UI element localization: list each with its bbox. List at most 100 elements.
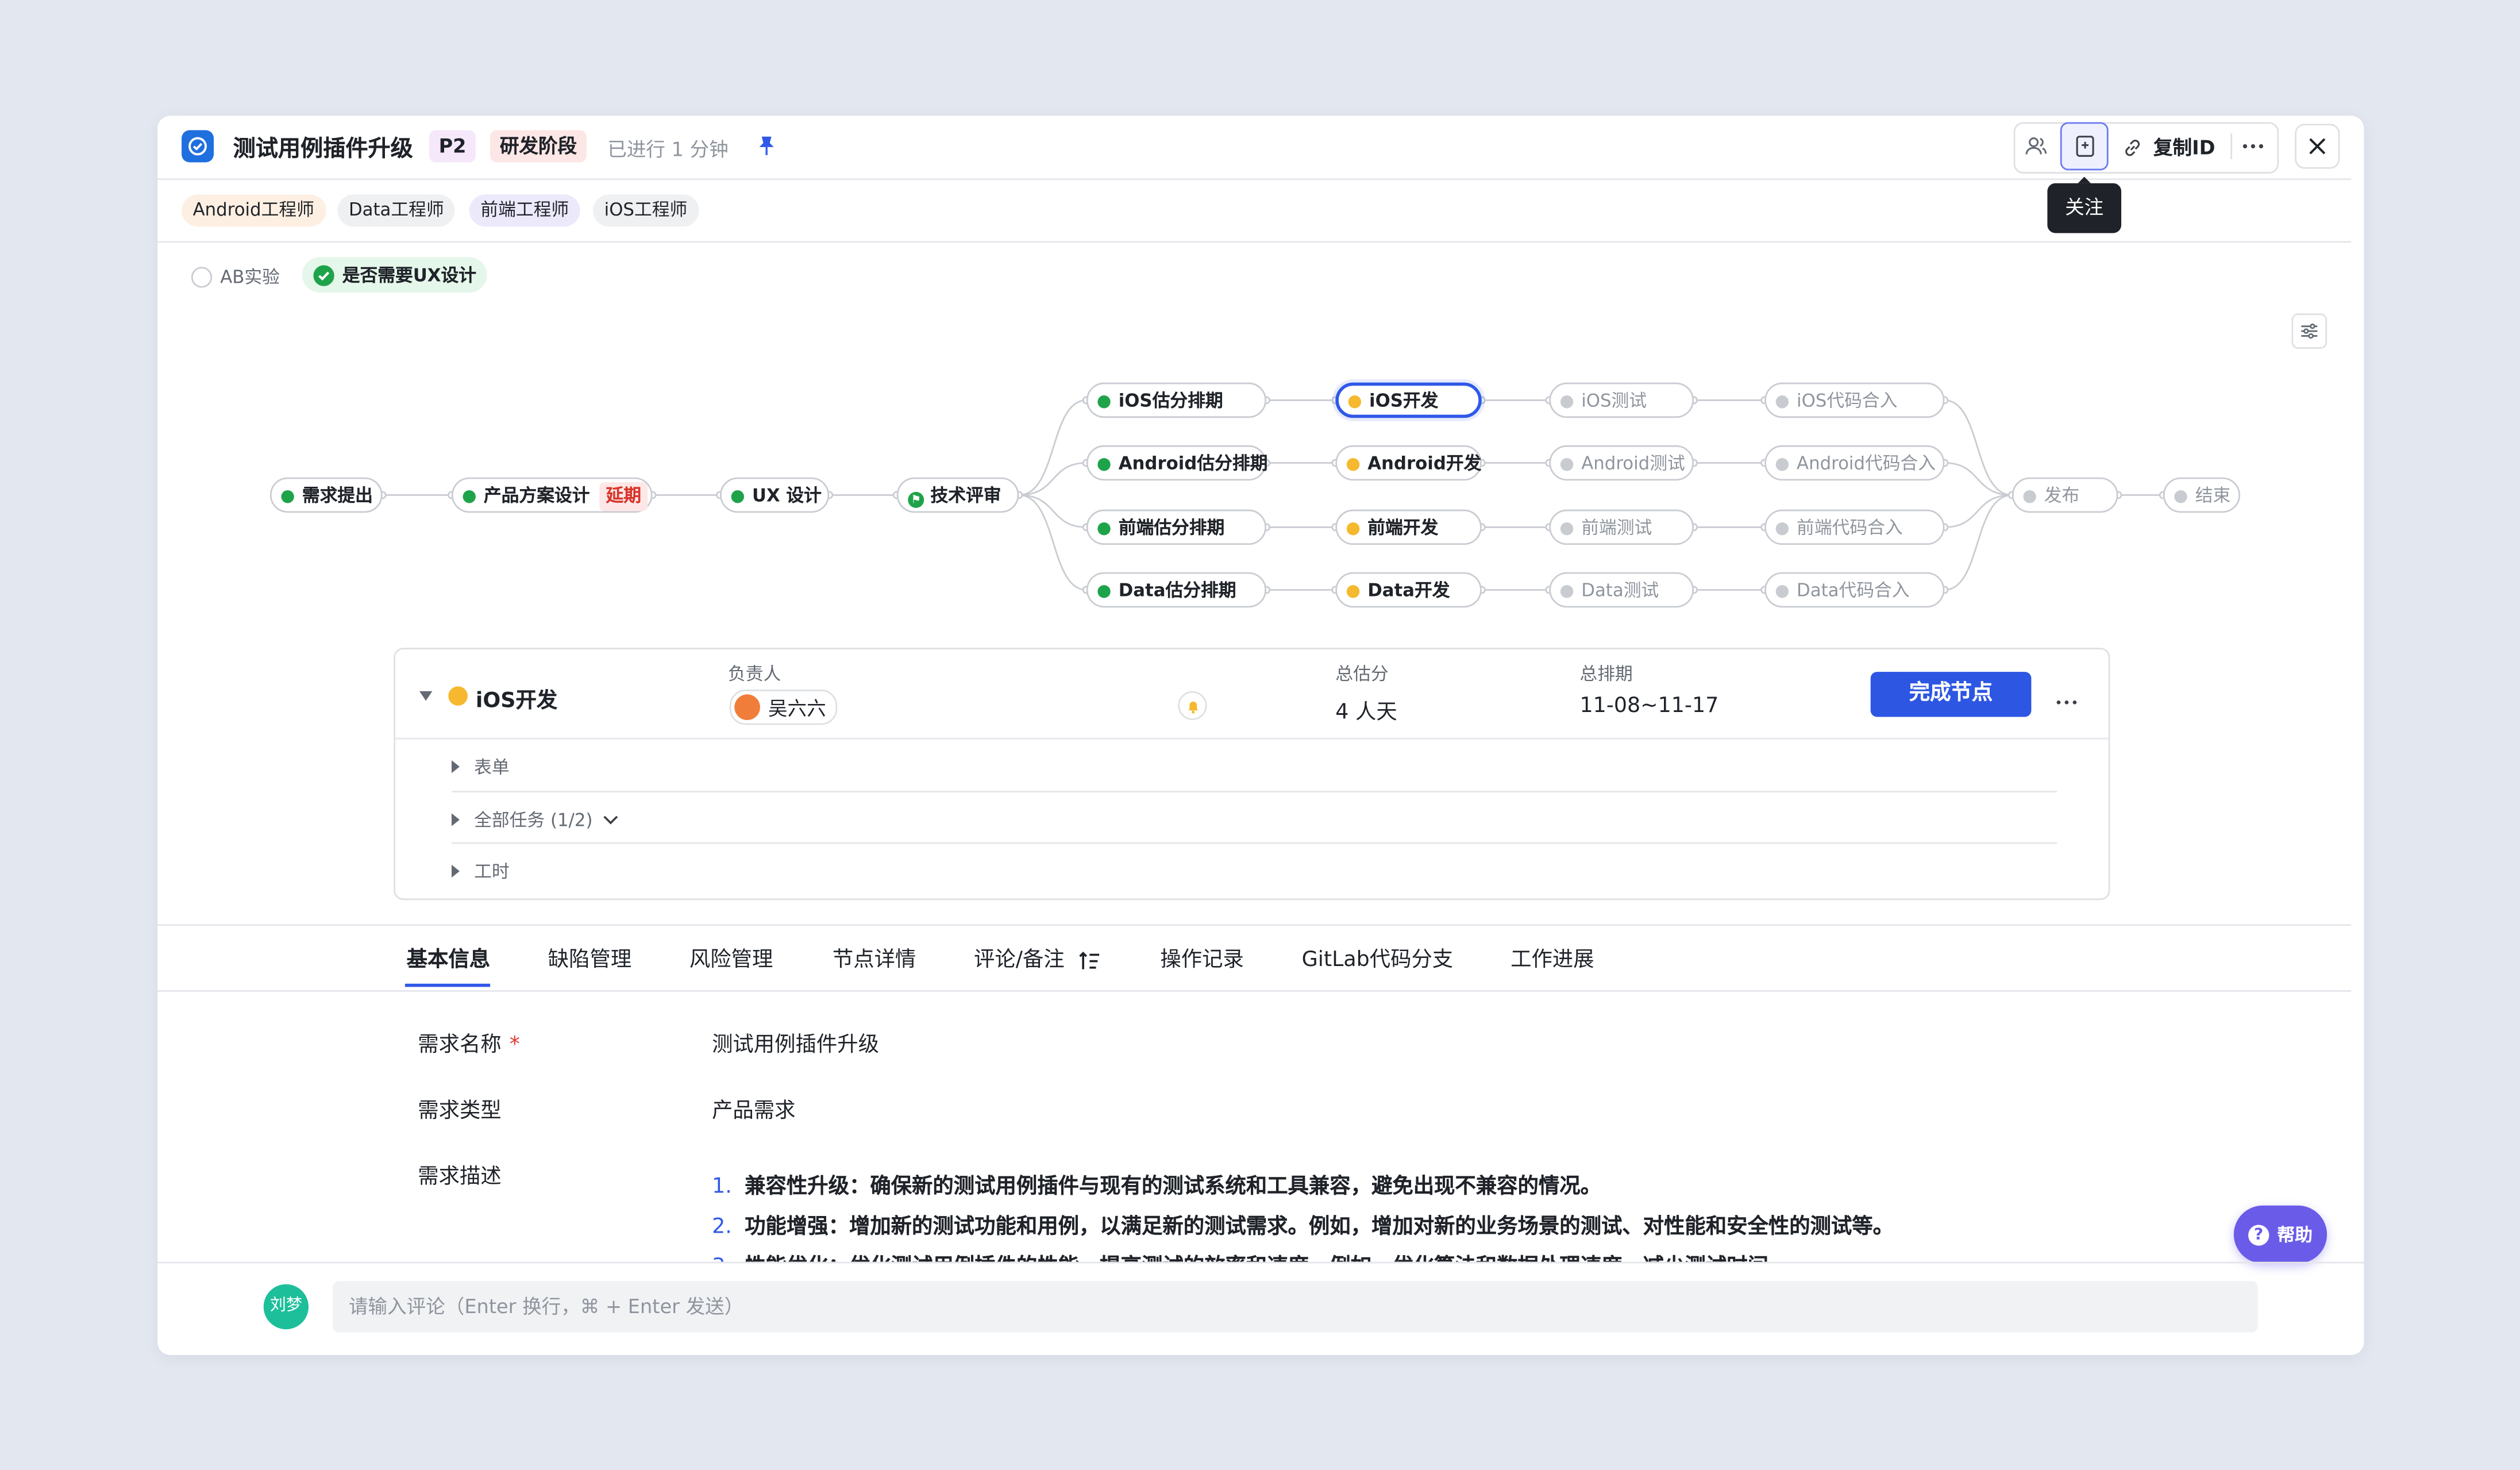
section-tasks[interactable]: 全部任务 (1/2) [451, 807, 618, 833]
required-mark: * [509, 1033, 520, 1058]
complete-node-button[interactable]: 完成节点 [1870, 672, 2032, 717]
delay-badge: 延期 [599, 482, 648, 511]
workflow-node-ios-test[interactable]: iOS测试 [1549, 382, 1694, 418]
bell-icon [1187, 701, 1197, 713]
tab-work-progress[interactable]: 工作进展 [1511, 942, 1594, 972]
flag-icon: ⚑ [908, 491, 924, 508]
status-in-progress-dot [1346, 457, 1360, 471]
status-pending-dot [1775, 521, 1789, 535]
node-status-dot [448, 686, 468, 706]
workflow-node-android-test[interactable]: Android测试 [1549, 445, 1694, 481]
workflow-node-data-estimate[interactable]: Data估分排期 [1086, 572, 1267, 608]
comment-avatar: 刘梦 [263, 1284, 309, 1330]
help-icon: ? [2248, 1223, 2269, 1245]
workflow-node-ios-merge[interactable]: iOS代码合入 [1764, 382, 1945, 418]
estimate-value: 4 人天 [1335, 701, 1397, 725]
workflow-node-ios-estimate[interactable]: iOS估分排期 [1086, 382, 1267, 418]
expand-caret-icon [451, 760, 460, 774]
workflow-node-ios-develop[interactable]: iOS开发 [1335, 382, 1482, 418]
workflow-node-frontend-estimate[interactable]: 前端估分排期 [1086, 509, 1267, 545]
status-pending-dot [1775, 394, 1789, 408]
section-form[interactable]: 表单 [451, 754, 510, 780]
workflow-node-data-merge[interactable]: Data代码合入 [1764, 572, 1945, 608]
collapse-caret-icon[interactable] [419, 691, 433, 701]
workflow-node-frontend-merge[interactable]: 前端代码合入 [1764, 509, 1945, 545]
workflow-node-android-estimate[interactable]: Android估分排期 [1086, 445, 1267, 481]
status-pending-dot [2023, 489, 2036, 503]
workflow-node-end[interactable]: 结束 [2163, 477, 2241, 513]
sort-icon[interactable] [1078, 946, 1101, 977]
tab-gitlab-branches[interactable]: GitLab代码分支 [1302, 942, 1454, 972]
tabs-top-divider [157, 924, 2352, 926]
owner-label: 负责人 [728, 664, 781, 685]
tabs-bottom-divider [157, 990, 2352, 992]
status-done-dot [1097, 584, 1111, 598]
status-done-dot [1097, 394, 1111, 408]
owner-chip[interactable]: 吴六六 [729, 689, 838, 725]
tab-comments[interactable]: 评论/备注 [974, 942, 1065, 972]
active-tab-indicator [404, 983, 491, 987]
status-done-dot [281, 489, 294, 503]
workflow-connectors [378, 396, 2167, 594]
status-done-dot [731, 489, 745, 503]
field-type-value[interactable]: 产品需求 [712, 1093, 795, 1123]
description-content[interactable]: 1. 兼容性升级：确保新的测试用例插件与现有的测试系统和工具兼容，避免出现不兼容的… [157, 1144, 2364, 1262]
status-pending-dot [1775, 584, 1789, 598]
status-in-progress-dot [1346, 584, 1360, 598]
description-item: 3.性能优化：优化测试用例插件的性能，提高测试的效率和速度。例如，优化算法和数据… [712, 1249, 1789, 1261]
schedule-label: 总排期 [1579, 664, 1633, 685]
field-name-label: 需求名称 * [418, 1033, 520, 1058]
status-pending-dot [1775, 457, 1789, 471]
section-divider [451, 791, 2057, 792]
chevron-down-icon[interactable] [602, 815, 618, 825]
workflow-node-start[interactable]: 需求提出 [269, 477, 383, 513]
follow-tooltip: 关注 [2047, 176, 2122, 233]
more-icon [2056, 700, 2077, 705]
tab-defects[interactable]: 缺陷管理 [548, 942, 631, 972]
status-in-progress-dot [1348, 394, 1362, 408]
workflow-node-release[interactable]: 发布 [2012, 477, 2118, 513]
status-pending-dot [1560, 394, 1574, 408]
node-more-button[interactable] [2055, 682, 2078, 712]
schedule-value: 11-08~11-17 [1579, 694, 1719, 719]
status-pending-dot [1560, 457, 1574, 471]
status-done-dot [1097, 521, 1111, 535]
field-name-value[interactable]: 测试用例插件升级 [712, 1027, 879, 1057]
tab-risks[interactable]: 风险管理 [689, 942, 773, 972]
description-item: 2. 功能增强：增加新的测试功能和用例，以满足新的测试需求。例如，增加对新的业务场… [712, 1215, 1894, 1240]
workflow-node-tech-review[interactable]: ⚑ 技术评审 [896, 477, 1019, 513]
tooltip-arrow [2078, 176, 2091, 183]
field-type-label: 需求类型 [418, 1099, 502, 1124]
help-button[interactable]: ? 帮助 [2233, 1205, 2328, 1264]
status-done-dot [1097, 457, 1111, 471]
workflow-node-data-test[interactable]: Data测试 [1549, 572, 1694, 608]
owner-name: 吴六六 [768, 696, 826, 719]
status-pending-dot [2174, 489, 2187, 503]
section-divider [451, 842, 2057, 844]
tab-node-details[interactable]: 节点详情 [833, 942, 916, 972]
comment-input[interactable]: 请输入评论（Enter 换行，⌘ + Enter 发送） [332, 1281, 2258, 1333]
status-in-progress-dot [1346, 521, 1360, 535]
expand-caret-icon [451, 813, 460, 826]
avatar [734, 694, 760, 721]
workflow-node-data-develop[interactable]: Data开发 [1335, 572, 1482, 608]
workflow-node-frontend-develop[interactable]: 前端开发 [1335, 509, 1482, 545]
workflow-node-android-develop[interactable]: Android开发 [1335, 445, 1482, 481]
node-name: iOS开发 [475, 689, 558, 714]
reminder-bell-button[interactable] [1178, 691, 1207, 721]
detail-window: 测试用例插件升级 P2 研发阶段 已进行 1 分钟 复制ID Android工程… [157, 116, 2364, 1355]
comment-divider [157, 1261, 2364, 1264]
workflow-node-frontend-test[interactable]: 前端测试 [1549, 509, 1694, 545]
status-pending-dot [1560, 584, 1574, 598]
node-detail-panel: iOS开发 负责人 吴六六 总估分 4 人天 总排期 11-08~11-17 完… [394, 648, 2110, 901]
workflow-node-android-merge[interactable]: Android代码合入 [1764, 445, 1945, 481]
status-done-dot [463, 489, 476, 503]
section-worktime[interactable]: 工时 [451, 859, 510, 884]
tab-basic-info[interactable]: 基本信息 [407, 942, 490, 972]
tab-activity-log[interactable]: 操作记录 [1160, 942, 1243, 972]
workflow-node-product-design[interactable]: 产品方案设计 延期 [451, 477, 653, 513]
workflow-node-ux-design[interactable]: UX 设计 [720, 477, 830, 513]
status-pending-dot [1560, 521, 1574, 535]
panel-divider [395, 737, 2109, 740]
estimate-label: 总估分 [1335, 664, 1389, 685]
